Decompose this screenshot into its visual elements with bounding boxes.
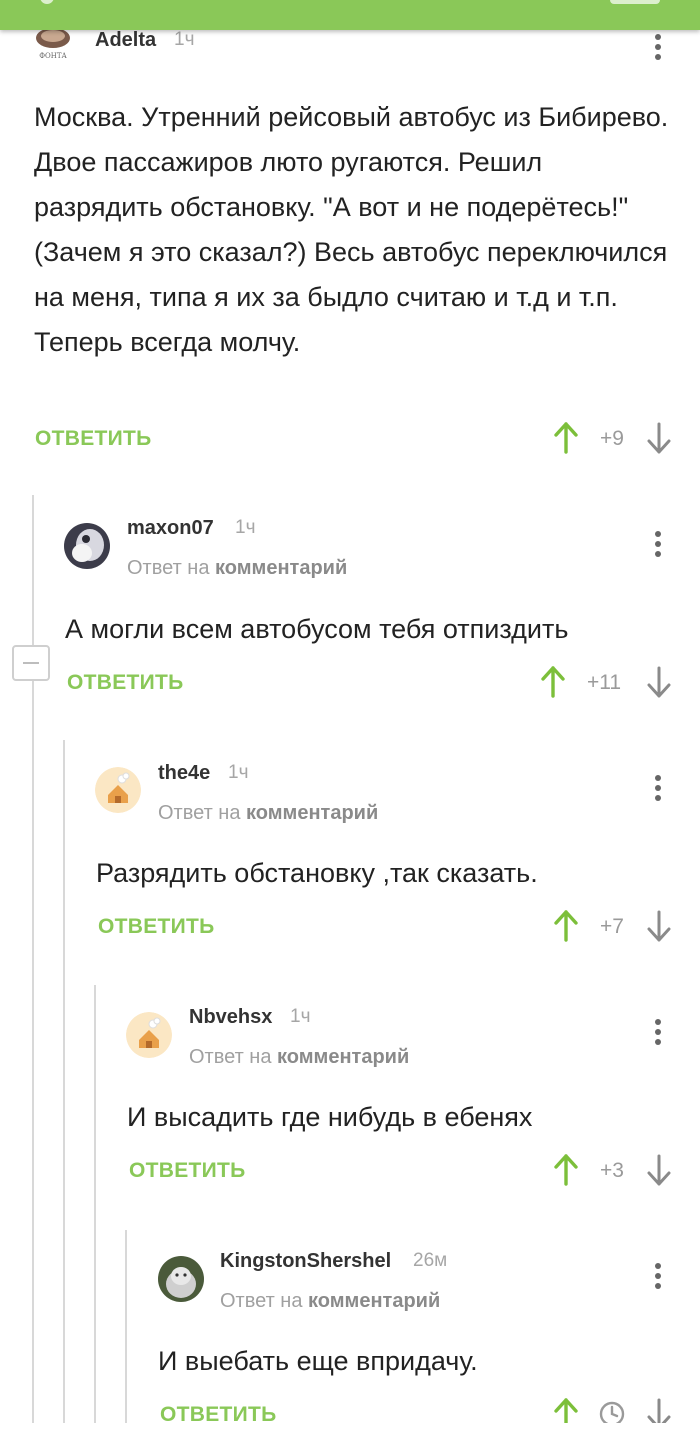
username[interactable]: KingstonShershel	[220, 1250, 391, 1273]
reply-prefix: Ответ на	[220, 1290, 309, 1312]
avatar	[158, 1256, 204, 1302]
reply-target-link[interactable]: комментарий	[308, 1290, 440, 1312]
timestamp: 26м	[413, 1250, 448, 1271]
more-options-icon[interactable]	[653, 1263, 663, 1291]
comment: KingstonShershel 26м Ответ на комментари…	[0, 0, 700, 1439]
status-bar	[0, 0, 700, 30]
bottom-edge	[0, 1423, 700, 1439]
collapse-thread-button[interactable]	[12, 645, 50, 681]
comment-text: И выебать еще впридачу.	[158, 1346, 478, 1376]
reply-to: Ответ на комментарий	[220, 1290, 440, 1313]
status-indicator-icon	[40, 0, 54, 4]
status-icons	[610, 0, 660, 4]
